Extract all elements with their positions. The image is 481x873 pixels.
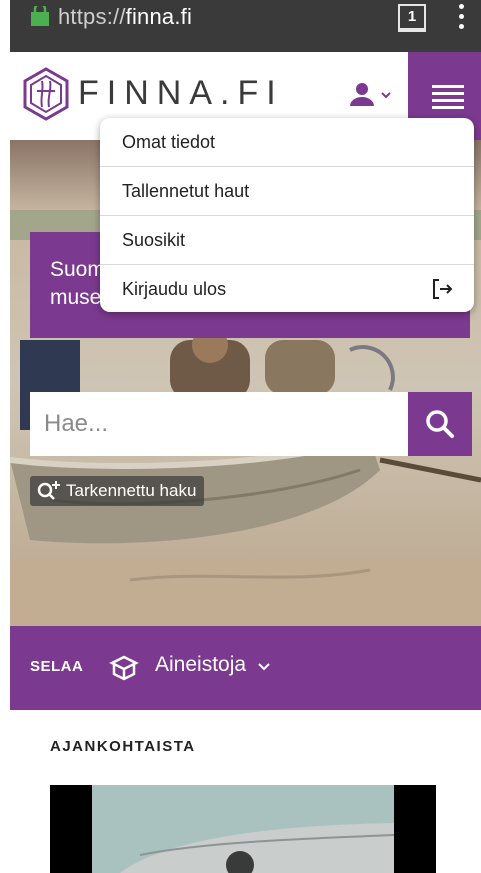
menu-item-tallennetut-haut[interactable]: Tallennetut haut bbox=[100, 167, 474, 216]
chevron-down-icon[interactable] bbox=[257, 662, 271, 672]
news-photo-airplane bbox=[92, 785, 395, 873]
search-input[interactable] bbox=[30, 392, 408, 456]
search-icon bbox=[426, 410, 454, 438]
advanced-search-link[interactable]: Tarkennettu haku bbox=[30, 476, 205, 506]
finna-logo-icon[interactable] bbox=[22, 67, 70, 121]
user-dropdown-menu: Omat tiedot Tallennetut haut Suosikit Ki… bbox=[100, 118, 474, 312]
menu-item-label: Tallennetut haut bbox=[122, 181, 250, 201]
tab-count-button[interactable]: 1 bbox=[398, 4, 426, 32]
menu-item-label: Omat tiedot bbox=[122, 132, 216, 152]
box-icon bbox=[109, 655, 139, 681]
browser-menu-icon[interactable] bbox=[458, 4, 466, 30]
url-prefix: https:// bbox=[58, 4, 126, 29]
url-domain: finna.fi bbox=[125, 4, 193, 29]
user-menu-button[interactable] bbox=[344, 80, 400, 112]
menu-item-label: Kirjaudu ulos bbox=[122, 279, 227, 299]
lock-icon bbox=[31, 6, 49, 26]
url-field[interactable]: https://finna.fi bbox=[58, 4, 192, 30]
logout-icon bbox=[433, 279, 453, 299]
browse-label: SELAA bbox=[30, 658, 84, 675]
site-logo-text[interactable]: FINNA.FI bbox=[78, 74, 284, 113]
menu-item-label: Suosikit bbox=[122, 230, 186, 250]
search-button[interactable] bbox=[408, 392, 472, 456]
menu-item-kirjaudu-ulos[interactable]: Kirjaudu ulos bbox=[100, 265, 474, 312]
browse-bar: SELAA Aineistoja bbox=[10, 626, 481, 710]
user-icon bbox=[350, 83, 391, 106]
menu-item-omat-tiedot[interactable]: Omat tiedot bbox=[100, 118, 474, 167]
advanced-search-icon bbox=[37, 480, 60, 500]
menu-item-suosikit[interactable]: Suosikit bbox=[100, 216, 474, 265]
advanced-search-label: Tarkennettu haku bbox=[66, 481, 197, 500]
browser-address-bar: https://finna.fi 1 bbox=[10, 0, 481, 52]
search-form bbox=[30, 392, 472, 456]
news-image[interactable] bbox=[50, 785, 436, 873]
news-heading: AJANKOHTAISTA bbox=[50, 738, 196, 755]
browse-type-select[interactable]: Aineistoja bbox=[155, 653, 246, 677]
